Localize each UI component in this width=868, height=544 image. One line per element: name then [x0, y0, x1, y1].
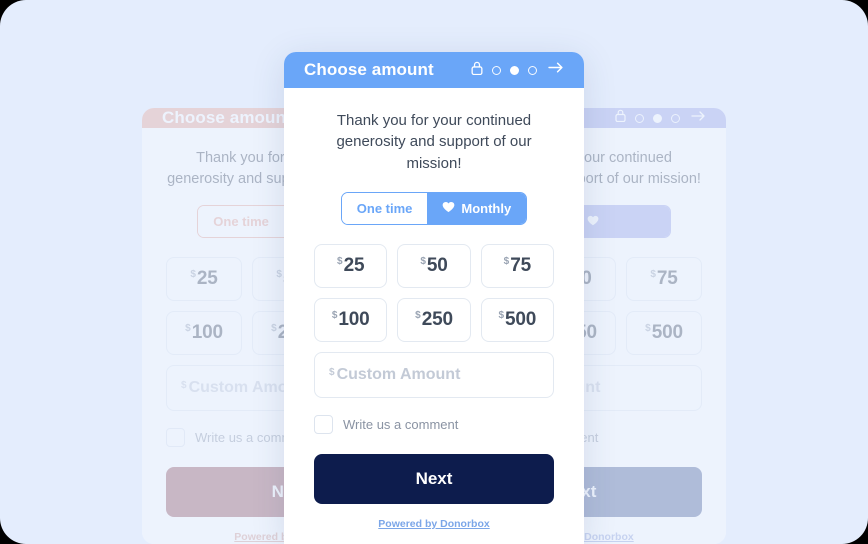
header-icon-group	[471, 61, 564, 80]
frequency-monthly-button[interactable]: Monthly	[571, 206, 670, 238]
page-title: Choose amount	[162, 108, 292, 127]
frequency-one-time-label: One time	[356, 201, 413, 216]
card-body: Thank you for your continued generosity …	[284, 88, 584, 544]
step-dot-1[interactable]	[492, 65, 501, 75]
amount-button-75[interactable]: $75	[480, 244, 554, 288]
header-icon-group	[615, 109, 706, 127]
frequency-toggle: One time Monthly	[340, 192, 528, 225]
next-button-label: Next	[415, 469, 453, 488]
currency-symbol: $	[645, 323, 651, 335]
comment-checkbox[interactable]	[166, 428, 185, 448]
currency-symbol: $	[185, 323, 191, 335]
step-dot-3[interactable]	[528, 65, 537, 75]
step-dot-2[interactable]	[653, 113, 662, 123]
custom-amount-input[interactable]: $ Custom Amount	[314, 352, 554, 398]
arrow-right-icon[interactable]	[548, 61, 564, 79]
currency-symbol: $	[190, 269, 196, 281]
currency-symbol: $	[415, 310, 421, 321]
donation-widget-stage: Choose amount Thank you for your continu…	[0, 0, 868, 544]
amount-value: 500	[651, 322, 683, 344]
frequency-monthly-label: Monthly	[604, 214, 655, 230]
amount-grid: $25 $50 $75 $100 $250 $500	[314, 244, 554, 342]
amount-value: 75	[510, 255, 531, 276]
arrow-right-icon[interactable]	[691, 109, 706, 127]
amount-value: 250	[421, 309, 453, 330]
mission-statement: Thank you for your continued generosity …	[336, 112, 532, 172]
comment-row[interactable]: Write us a comment	[314, 415, 554, 434]
amount-button-250[interactable]: $250	[397, 298, 471, 342]
comment-label: Write us a comment	[343, 417, 459, 432]
frequency-one-time-label: One time	[213, 214, 269, 230]
amount-value: 50	[426, 255, 448, 276]
frequency-one-time-button[interactable]: One time	[341, 193, 428, 224]
amount-button-50[interactable]: $50	[397, 244, 471, 288]
currency-symbol: $	[181, 380, 187, 392]
step-dot-3[interactable]	[671, 113, 680, 123]
next-button[interactable]: Next	[314, 454, 554, 504]
page-title: Choose amount	[304, 60, 434, 80]
donation-form-card: Choose amount Thank you for your continu…	[284, 52, 584, 544]
frequency-one-time-button[interactable]: One time	[198, 206, 284, 238]
currency-symbol: $	[337, 256, 343, 267]
currency-symbol: $	[271, 323, 277, 335]
currency-symbol: $	[650, 269, 656, 281]
amount-value: 25	[196, 268, 218, 290]
lock-icon	[471, 61, 483, 80]
amount-button-500[interactable]: $500	[480, 298, 554, 342]
lock-icon	[615, 109, 626, 127]
powered-by-link[interactable]: Powered by Donorbox	[378, 518, 489, 530]
amount-value: 100	[191, 322, 223, 344]
amount-value: 75	[656, 268, 678, 290]
amount-button[interactable]: $100	[166, 311, 242, 356]
frequency-monthly-button[interactable]: Monthly	[427, 193, 527, 224]
step-dot-2[interactable]	[510, 65, 519, 75]
currency-symbol: $	[276, 269, 282, 281]
step-dot-1[interactable]	[635, 113, 644, 123]
frequency-monthly-label: Monthly	[461, 201, 512, 216]
currency-symbol: $	[503, 256, 510, 267]
amount-button[interactable]: $500	[626, 311, 702, 356]
amount-button-25[interactable]: $25	[314, 244, 388, 288]
amount-value: 100	[338, 309, 370, 330]
currency-symbol: $	[331, 310, 338, 321]
amount-value: 500	[505, 309, 537, 330]
currency-symbol: $	[498, 310, 505, 321]
card-header: Choose amount	[284, 52, 584, 89]
amount-value: 25	[343, 255, 365, 276]
currency-symbol: $	[420, 256, 426, 267]
heart-icon	[442, 201, 455, 216]
currency-symbol: $	[329, 367, 335, 378]
amount-button[interactable]: $25	[166, 257, 242, 302]
custom-amount-placeholder: Custom Amount	[336, 366, 461, 383]
amount-button-100[interactable]: $100	[314, 298, 388, 342]
comment-checkbox[interactable]	[314, 415, 333, 434]
amount-button[interactable]: $75	[626, 257, 702, 302]
heart-icon	[587, 214, 599, 229]
